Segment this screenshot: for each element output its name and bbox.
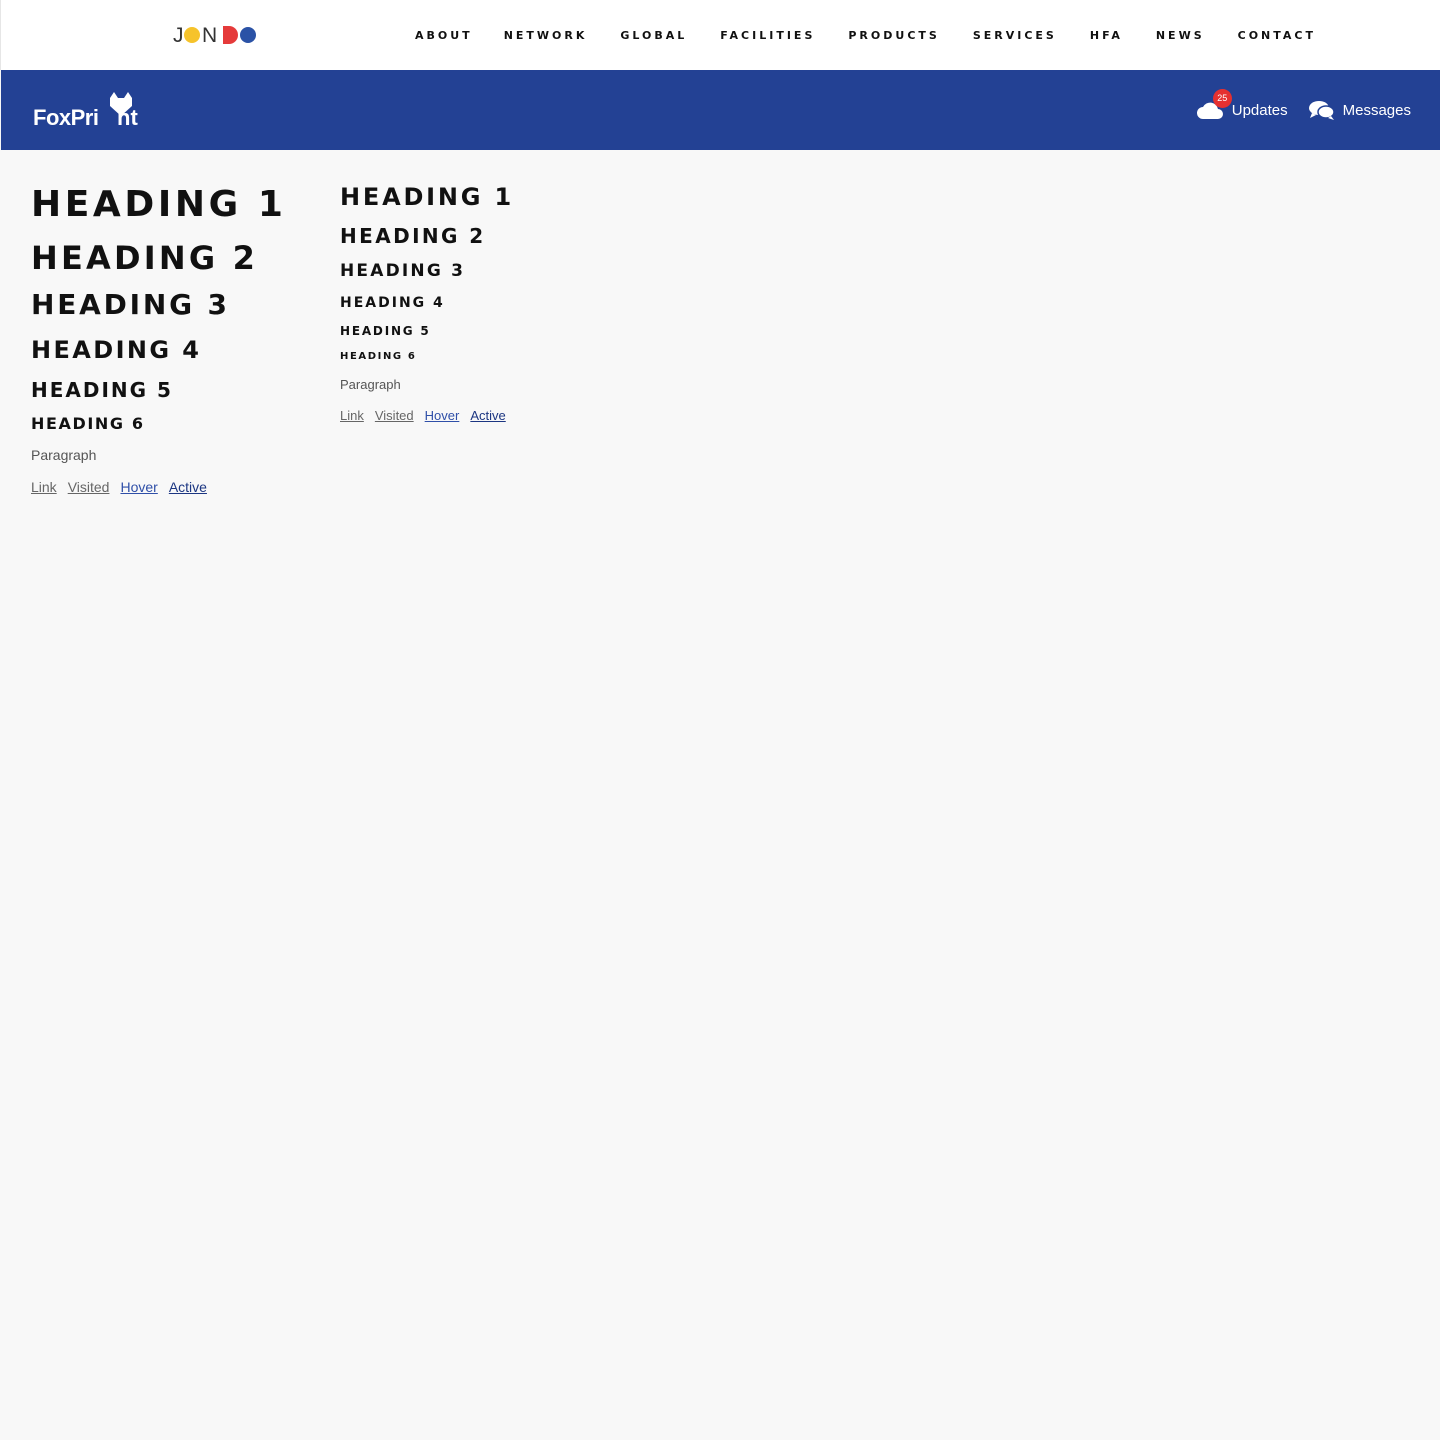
paragraph-sample: Paragraph: [340, 377, 401, 392]
svg-text:nt: nt: [117, 105, 138, 126]
heading-2: HEADING 2: [340, 224, 486, 248]
link-active[interactable]: Active: [470, 408, 505, 423]
menu-item-services[interactable]: SERVICES: [973, 29, 1057, 42]
link-visited[interactable]: Visited: [68, 479, 110, 495]
app-header: FoxPri nt 25 Updates Messages: [1, 70, 1440, 150]
paragraph-sample: Paragraph: [31, 447, 97, 463]
link-hover[interactable]: Hover: [425, 408, 460, 423]
link-active[interactable]: Active: [169, 479, 207, 495]
heading-3: HEADING 3: [340, 261, 466, 281]
chat-bubbles-icon: [1308, 100, 1335, 120]
heading-4: HEADING 4: [31, 336, 202, 364]
heading-2: HEADING 2: [31, 239, 259, 277]
heading-6: HEADING 6: [31, 414, 145, 433]
menu-item-hfa[interactable]: HFA: [1090, 29, 1123, 42]
menu-item-network[interactable]: NETWORK: [504, 29, 588, 42]
messages-label: Messages: [1342, 101, 1411, 119]
heading-6: HEADING 6: [340, 351, 417, 362]
menu-item-global[interactable]: GLOBAL: [620, 29, 687, 42]
menu-item-about[interactable]: ABOUT: [415, 29, 473, 42]
menu-item-contact[interactable]: CONTACT: [1238, 29, 1316, 42]
updates-count-badge: 25: [1212, 89, 1232, 108]
cloud-icon: 25: [1196, 89, 1232, 120]
header-actions: 25 Updates Messages: [1196, 70, 1411, 150]
heading-5: HEADING 5: [31, 378, 173, 402]
typography-samples-small: HEADING 1 HEADING 2 HEADING 3 HEADING 4 …: [340, 180, 514, 423]
svg-text:N: N: [202, 24, 217, 46]
heading-5: HEADING 5: [340, 324, 431, 338]
messages-button[interactable]: Messages: [1308, 100, 1411, 120]
link-default[interactable]: Link: [31, 479, 57, 495]
menu-item-products[interactable]: PRODUCTS: [848, 29, 939, 42]
typography-samples-large: HEADING 1 HEADING 2 HEADING 3 HEADING 4 …: [31, 181, 287, 495]
jondo-logo[interactable]: J N: [173, 22, 257, 46]
main-menu: ABOUT NETWORK GLOBAL FACILITIES PRODUCTS…: [415, 0, 1316, 70]
link-default[interactable]: Link: [340, 408, 364, 423]
updates-button[interactable]: 25 Updates: [1196, 89, 1288, 120]
link-states: Link Visited Hover Active: [340, 408, 514, 423]
heading-1: HEADING 1: [31, 184, 287, 225]
menu-item-facilities[interactable]: FACILITIES: [720, 29, 815, 42]
svg-text:FoxPri: FoxPri: [33, 105, 98, 126]
link-hover[interactable]: Hover: [120, 479, 157, 495]
heading-4: HEADING 4: [340, 295, 445, 311]
svg-text:J: J: [173, 24, 184, 46]
top-navigation: J N ABOUT NETWORK GLOBAL FACILITIES PROD…: [0, 0, 1440, 70]
menu-item-news[interactable]: NEWS: [1156, 29, 1205, 42]
foxprint-logo[interactable]: FoxPri nt: [32, 92, 156, 130]
updates-label: Updates: [1231, 101, 1288, 119]
heading-3: HEADING 3: [31, 288, 230, 321]
heading-1: HEADING 1: [340, 183, 514, 211]
link-states: Link Visited Hover Active: [31, 479, 287, 495]
link-visited[interactable]: Visited: [375, 408, 414, 423]
